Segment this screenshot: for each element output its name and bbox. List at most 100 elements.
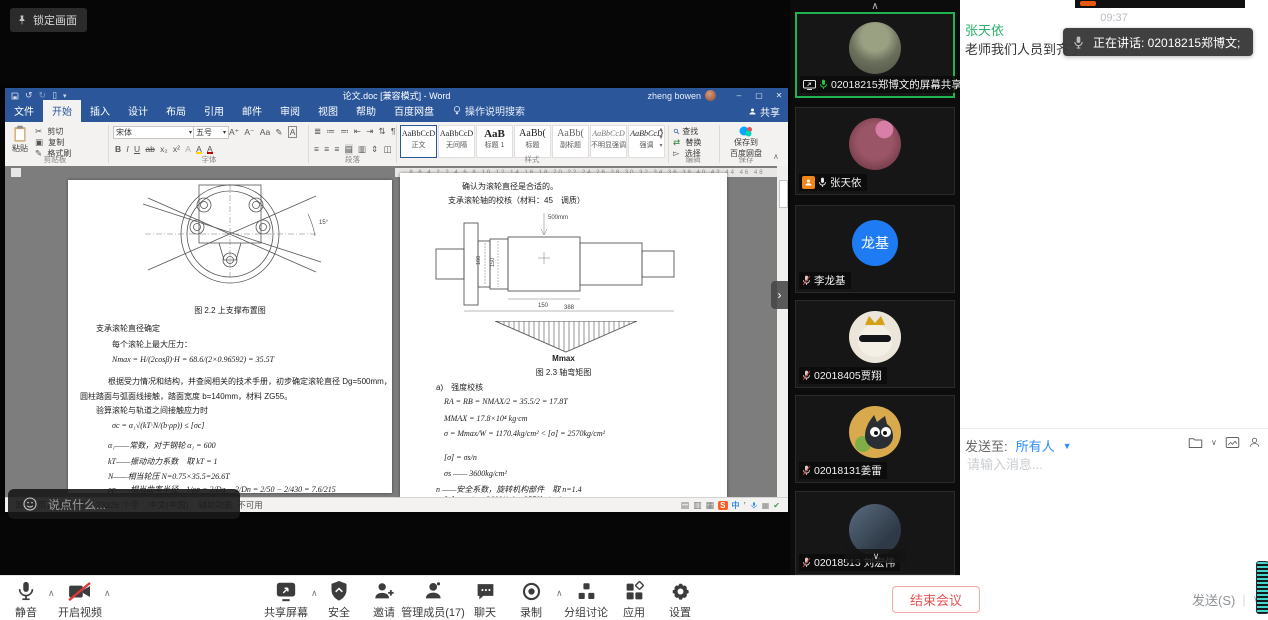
emoji-icon[interactable] [22,496,38,512]
close-button[interactable]: ✕ [770,88,788,103]
grow-font-button[interactable]: A⁺ [229,127,239,138]
participant-tile-sharing[interactable]: 02018215郑博文的屏幕共享 [795,12,955,98]
italic-button[interactable]: I [126,144,128,154]
tab-insert[interactable]: 插入 [81,100,119,122]
tab-mailings[interactable]: 邮件 [233,100,271,122]
next-page-chevron[interactable]: › [771,281,788,309]
mute-options-chevron[interactable]: ∧ [48,588,55,599]
numbering-button[interactable]: ≔ [326,126,335,137]
copy-button[interactable]: ▣ 复制 [35,137,64,148]
tab-home[interactable]: 开始 [43,100,81,122]
apps-button[interactable]: 应用 [623,580,645,620]
decrease-indent-button[interactable]: ⇤ [354,126,361,137]
scroll-participants-down-chevron[interactable]: ∨ [845,549,907,563]
participant-tile[interactable]: 02018405贾翔 [795,300,955,388]
tab-layout[interactable]: 布局 [157,100,195,122]
replace-button[interactable]: ⇄ 替换 [673,137,701,148]
chat-message-input[interactable] [965,456,1259,473]
highlight-button[interactable]: A [196,144,202,154]
chat-image-attachment[interactable] [1073,0,1247,10]
record-options-chevron[interactable]: ∧ [556,588,563,599]
settings-button[interactable]: 设置 [669,580,691,620]
subscript-button[interactable]: x₂ [160,144,168,154]
strikethrough-button[interactable]: ab [145,144,154,154]
collapse-panel-chevron[interactable]: ∧ [860,1,890,12]
share-options-chevron[interactable]: ∧ [311,588,318,599]
align-left-button[interactable]: ≡ [314,144,319,154]
bold-button[interactable]: B [115,144,121,154]
share-button[interactable]: 共享 [748,104,780,119]
vertical-scrollbar[interactable] [777,166,788,497]
chevron-down-icon[interactable]: ∨ [1211,438,1217,447]
ime-mic-icon[interactable] [750,501,758,510]
send-to-select[interactable]: 所有人 [1016,436,1055,455]
collapse-ribbon-button[interactable]: ∧ [773,152,779,161]
tab-design[interactable]: 设计 [119,100,157,122]
word-account-avatar[interactable] [705,90,716,101]
text-effects-button[interactable]: A [185,144,191,154]
share-screen-button[interactable]: 共享屏幕 [264,580,308,620]
bullets-button[interactable]: ≣ [314,126,321,137]
chevron-down-icon[interactable]: ▼ [1063,441,1072,451]
font-size-select[interactable]: 五号▾ [193,126,229,139]
pin-view-button[interactable]: 锁定画面 [10,8,87,32]
tab-file[interactable]: 文件 [5,100,43,122]
chat-history-folder-icon[interactable] [1188,436,1203,449]
phonetic-guide-button[interactable]: ✎ [275,127,282,138]
tab-references[interactable]: 引用 [195,100,233,122]
ime-keyboard-icon[interactable]: ▦ [762,501,770,510]
participant-tile[interactable]: 龙基 李龙基 [795,205,955,293]
end-meeting-button[interactable]: 结束会议 [892,586,980,613]
ime-shield-check-icon[interactable]: ✔ [773,501,780,510]
chat-button[interactable]: 聊天 [474,580,496,620]
send-button[interactable]: 发送(S) [1192,590,1235,609]
manage-members-button[interactable]: 管理成员(17) [401,580,465,620]
shrink-font-button[interactable]: A⁻ [244,127,254,138]
change-case-button[interactable]: Aa [260,127,270,137]
font-color-button[interactable]: A [207,144,213,154]
screenshot-icon[interactable] [1225,436,1240,449]
superscript-button[interactable]: x² [173,144,180,154]
paste-button[interactable]: 粘贴 [11,125,29,154]
mention-person-icon[interactable] [1248,436,1261,449]
ime-punctuation-icon[interactable]: ’ [744,501,746,510]
breakout-rooms-button[interactable]: 分组讨论 [564,580,608,620]
cut-button[interactable]: ✂ 剪切 [35,126,63,137]
participant-tile[interactable]: 02018131姜雷 [795,395,955,483]
mute-button[interactable]: 静音 [15,580,37,620]
find-button[interactable]: 查找 [673,126,698,137]
sogou-ime-icon[interactable]: S [718,501,727,510]
sort-button[interactable]: ⇅ [379,126,386,137]
tab-view[interactable]: 视图 [309,100,347,122]
record-button[interactable]: 录制 [520,580,542,620]
participant-tile[interactable]: 张天依 [795,107,955,195]
character-border-button[interactable]: A [288,126,298,138]
minimize-button[interactable]: – [730,88,748,103]
align-right-button[interactable]: ≡ [334,144,339,154]
tab-review[interactable]: 审阅 [271,100,309,122]
scrollbar-thumb[interactable] [779,180,788,208]
video-options-chevron[interactable]: ∧ [104,588,111,599]
chat-message-sender[interactable]: 张天依 [965,20,1004,39]
print-layout-icon[interactable]: ▥ [693,500,702,511]
security-button[interactable]: 安全 [328,580,350,620]
multilevel-list-button[interactable]: ≕ [340,126,349,137]
document-page-left[interactable]: 15° 图 2.2 上支撑布置图 支承滚轮直径确定 每个滚轮上最大压力： Nma… [68,180,392,493]
tab-help[interactable]: 帮助 [347,100,385,122]
read-mode-icon[interactable]: ▤ [681,500,690,511]
styles-scroll-buttons[interactable]: ▲▼▾ [657,126,665,150]
web-layout-icon[interactable]: ▦ [706,500,715,511]
underline-button[interactable]: U [134,144,140,154]
ime-language-icon[interactable]: 中 [732,500,740,511]
tell-me-search[interactable]: 操作说明搜索 [453,103,525,122]
document-page-right[interactable]: 确认为滚轮直径是合适的。 支承滚轮轴的校核（材料：45 调质） [400,173,727,497]
align-center-button[interactable]: ≡ [324,144,329,154]
restore-button[interactable]: ▢ [750,88,768,103]
quick-chat-overlay[interactable]: 说点什么... [8,489,240,519]
increase-indent-button[interactable]: ⇥ [366,126,373,137]
invite-button[interactable]: 邀请 [373,580,395,620]
tab-baidu-pan[interactable]: 百度网盘 [385,100,443,122]
show-marks-button[interactable]: ¶ [391,126,396,136]
start-video-button[interactable]: 开启视频 [58,580,102,620]
font-name-select[interactable]: 宋体▾ [113,126,195,139]
